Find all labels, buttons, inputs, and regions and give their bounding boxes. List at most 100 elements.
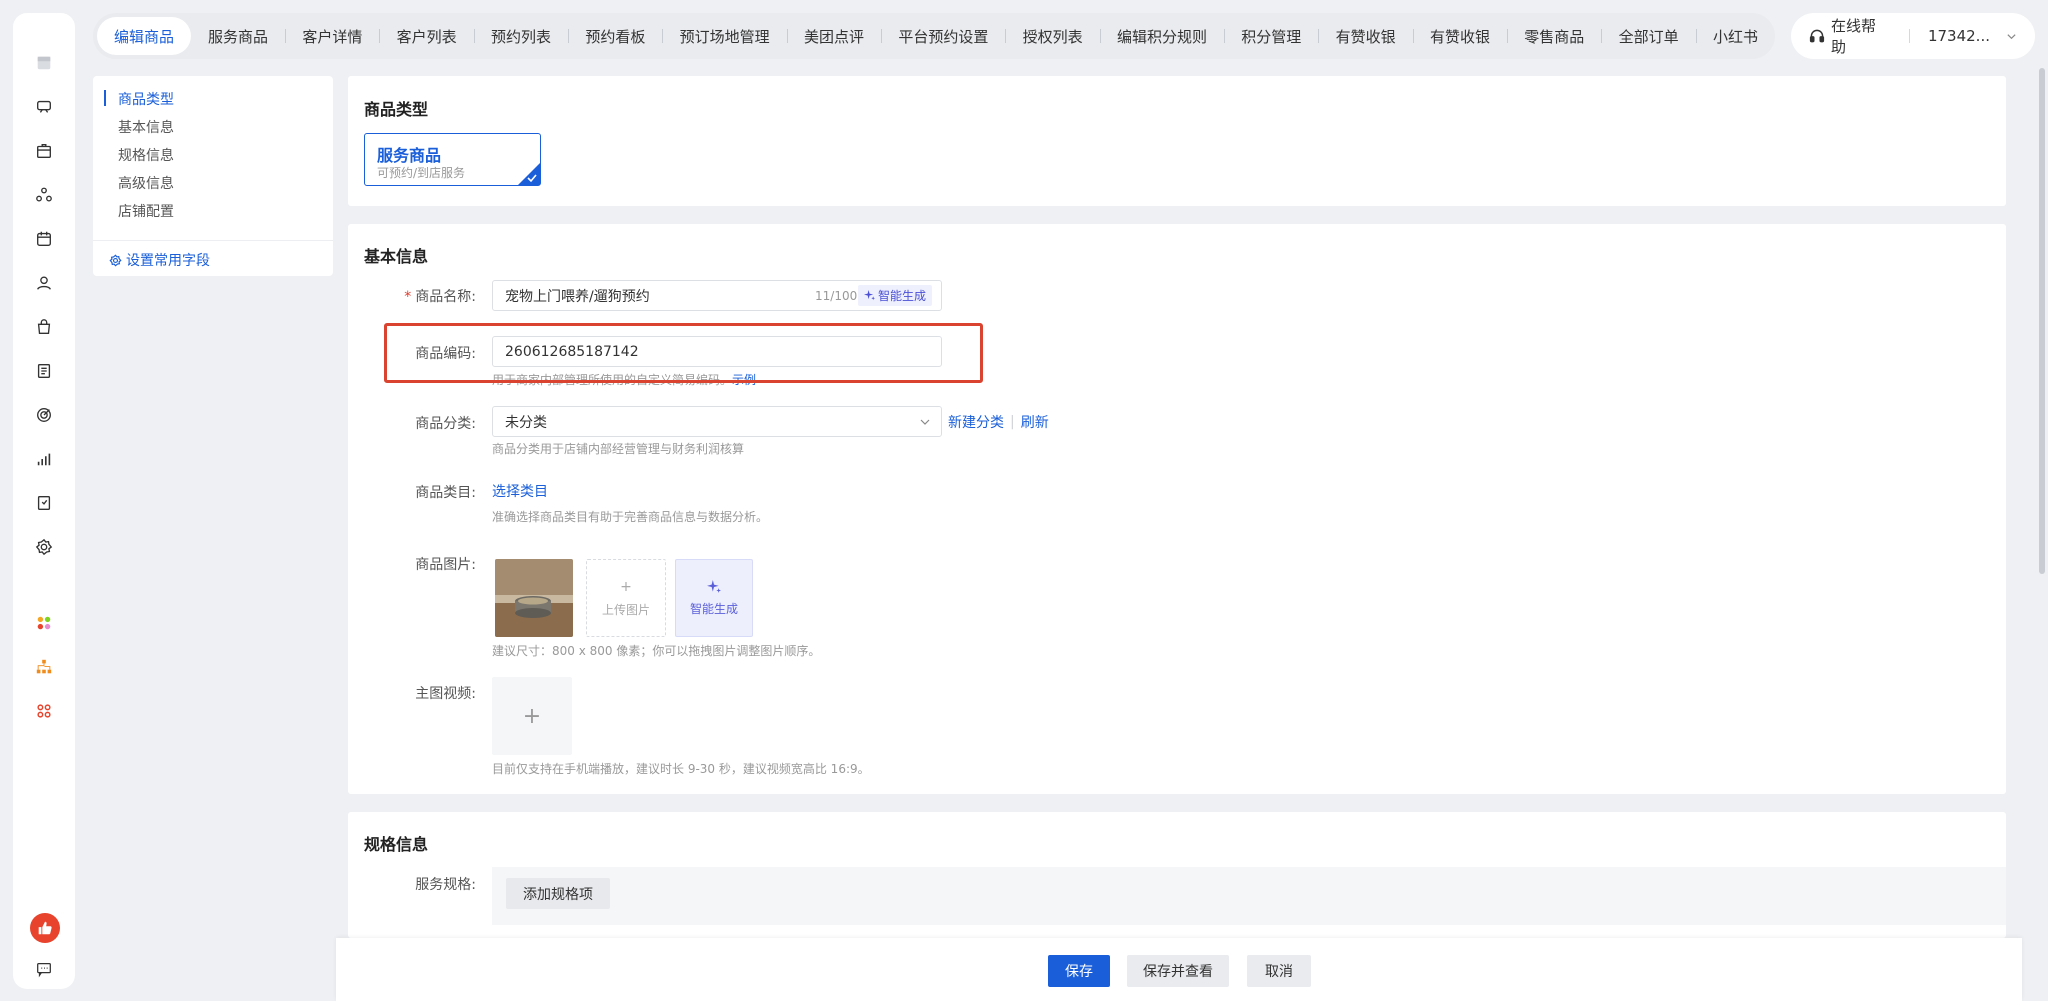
app-icon[interactable] [34,53,54,73]
refresh-link[interactable]: 刷新 [1021,412,1049,432]
target-icon[interactable] [34,405,54,425]
save-button[interactable]: 保存 [1048,955,1110,987]
top-right-bar: 在线帮助 17342... [1791,13,2035,59]
save-and-view-button[interactable]: 保存并查看 [1127,955,1229,987]
online-help[interactable]: 在线帮助 [1809,15,1891,57]
tab-edit-goods[interactable]: 编辑商品 [97,17,192,55]
scrollbar[interactable] [2039,68,2045,574]
gear-icon[interactable] [34,537,54,557]
category-hint: 商品分类用于店铺内部经营管理与财务利润核算 [492,442,745,456]
product-code-input[interactable]: 260612685187142 [492,336,942,367]
chevron-down-icon [2007,33,2016,39]
upload-video-button[interactable]: + [492,677,572,755]
chevron-down-icon [920,419,930,425]
product-code-label: 商品编码: [415,346,476,362]
select-class-link[interactable]: 选择类目 [492,481,548,501]
tab-venue-management[interactable]: 预订场地管理 [663,17,787,55]
category-actions: 新建分类 | 刷新 [948,412,1049,432]
category-select[interactable]: 未分类 [492,406,942,437]
video-hint: 目前仅支持在手机端播放，建议时长 9-30 秒，建议视频宽高比 16:9。 [492,762,870,776]
cancel-button[interactable]: 取消 [1247,955,1311,987]
anchor-advanced-info[interactable]: 高级信息 [118,173,174,193]
divider [1908,29,1910,43]
section-title: 规格信息 [364,835,429,854]
network-icon[interactable] [34,701,54,721]
org-chart-icon[interactable] [34,657,54,677]
user-menu[interactable]: 17342... [1928,27,2017,45]
calendar-icon[interactable] [34,229,54,249]
main-video-label: 主图视频: [415,686,476,702]
voucher-icon[interactable] [34,493,54,513]
anchor-product-type[interactable]: 商品类型 [118,89,174,109]
option-title: 服务商品 [377,146,442,165]
tab-booking-board[interactable]: 预约看板 [568,17,662,55]
anchor-basic-info[interactable]: 基本信息 [118,117,174,137]
tab-customer-detail[interactable]: 客户详情 [285,17,379,55]
service-spec-label: 服务规格: [415,877,476,893]
ai-generate-name-button[interactable]: 智能生成 [858,285,933,306]
product-type-card: 商品类型 服务商品 可预约/到店服务 [348,76,2006,206]
add-spec-button[interactable]: 添加规格项 [506,878,610,909]
ai-image-label: 智能生成 [689,601,738,616]
sparkle-icon [864,290,875,301]
link-separator: | [1010,414,1015,430]
top-tab-bar: 编辑商品 服务商品 客户详情 客户列表 预约列表 预约看板 预订场地管理 美团点… [93,13,1775,59]
ai-generate-label: 智能生成 [878,289,927,303]
left-rail [13,13,75,989]
check-icon [527,174,537,183]
goods-icon[interactable] [34,141,54,161]
headset-icon [1809,29,1825,43]
upload-image-button[interactable]: + 上传图片 [586,559,666,637]
category-value: 未分类 [505,414,547,431]
user-icon[interactable] [34,273,54,293]
option-description: 可预约/到店服务 [377,166,466,180]
product-image-label: 商品图片: [415,557,476,573]
bag-icon[interactable] [34,317,54,337]
apps-icon[interactable] [34,613,54,633]
tab-all-orders[interactable]: 全部订单 [1602,17,1696,55]
share-icon[interactable] [34,185,54,205]
user-account: 17342... [1927,27,1990,45]
tab-xiaohongshu[interactable]: 小红书 [1696,17,1775,55]
new-category-link[interactable]: 新建分类 [948,412,1004,432]
product-class-label: 商品类目: [415,485,476,501]
tab-platform-booking-settings[interactable]: 平台预约设置 [881,17,1005,55]
spec-area: 添加规格项 [492,867,2006,925]
gear-icon [109,253,122,267]
tab-authorization-list[interactable]: 授权列表 [1006,17,1100,55]
divider [93,240,333,241]
ai-generate-image-button[interactable]: 智能生成 [675,559,753,637]
tab-meituan-reviews[interactable]: 美团点评 [787,17,881,55]
upload-image-label: 上传图片 [601,602,650,617]
tab-retail-goods[interactable]: 零售商品 [1507,17,1601,55]
example-link[interactable]: 示例 [732,373,756,387]
product-name-label-text: 商品名称: [415,289,476,305]
char-counter: 11/100 [815,289,858,303]
tab-points-management[interactable]: 积分管理 [1224,17,1318,55]
bar-chart-icon[interactable] [34,449,54,469]
tab-service-goods[interactable]: 服务商品 [191,17,285,55]
set-common-fields-link[interactable]: 设置常用字段 [109,250,210,270]
category-label: 商品分类: [415,416,476,432]
tab-customer-list[interactable]: 客户列表 [380,17,474,55]
tab-youzan-cashier[interactable]: 有赞收银 [1319,17,1413,55]
document-icon[interactable] [34,361,54,381]
tab-youzan-cashier-2[interactable]: 有赞收银 [1413,17,1507,55]
anchor-spec-info[interactable]: 规格信息 [118,145,174,165]
store-icon[interactable] [34,97,54,117]
tab-edit-points-rules[interactable]: 编辑积分规则 [1100,17,1224,55]
message-icon[interactable] [34,959,54,979]
sparkle-icon [707,579,721,593]
footer-action-bar: 保存 保存并查看 取消 [336,938,2022,1001]
set-common-fields-label: 设置常用字段 [126,253,210,269]
product-image-thumbnail[interactable] [495,559,573,637]
required-mark: * [404,289,412,305]
anchor-store-config[interactable]: 店铺配置 [118,201,174,221]
active-indicator [104,90,106,106]
tab-booking-list[interactable]: 预约列表 [474,17,568,55]
plus-icon: + [522,703,542,729]
online-help-label: 在线帮助 [1830,17,1876,56]
section-title: 基本信息 [364,247,429,266]
thumbs-up-icon[interactable] [30,913,60,943]
service-goods-option[interactable]: 服务商品 可预约/到店服务 [364,133,541,186]
